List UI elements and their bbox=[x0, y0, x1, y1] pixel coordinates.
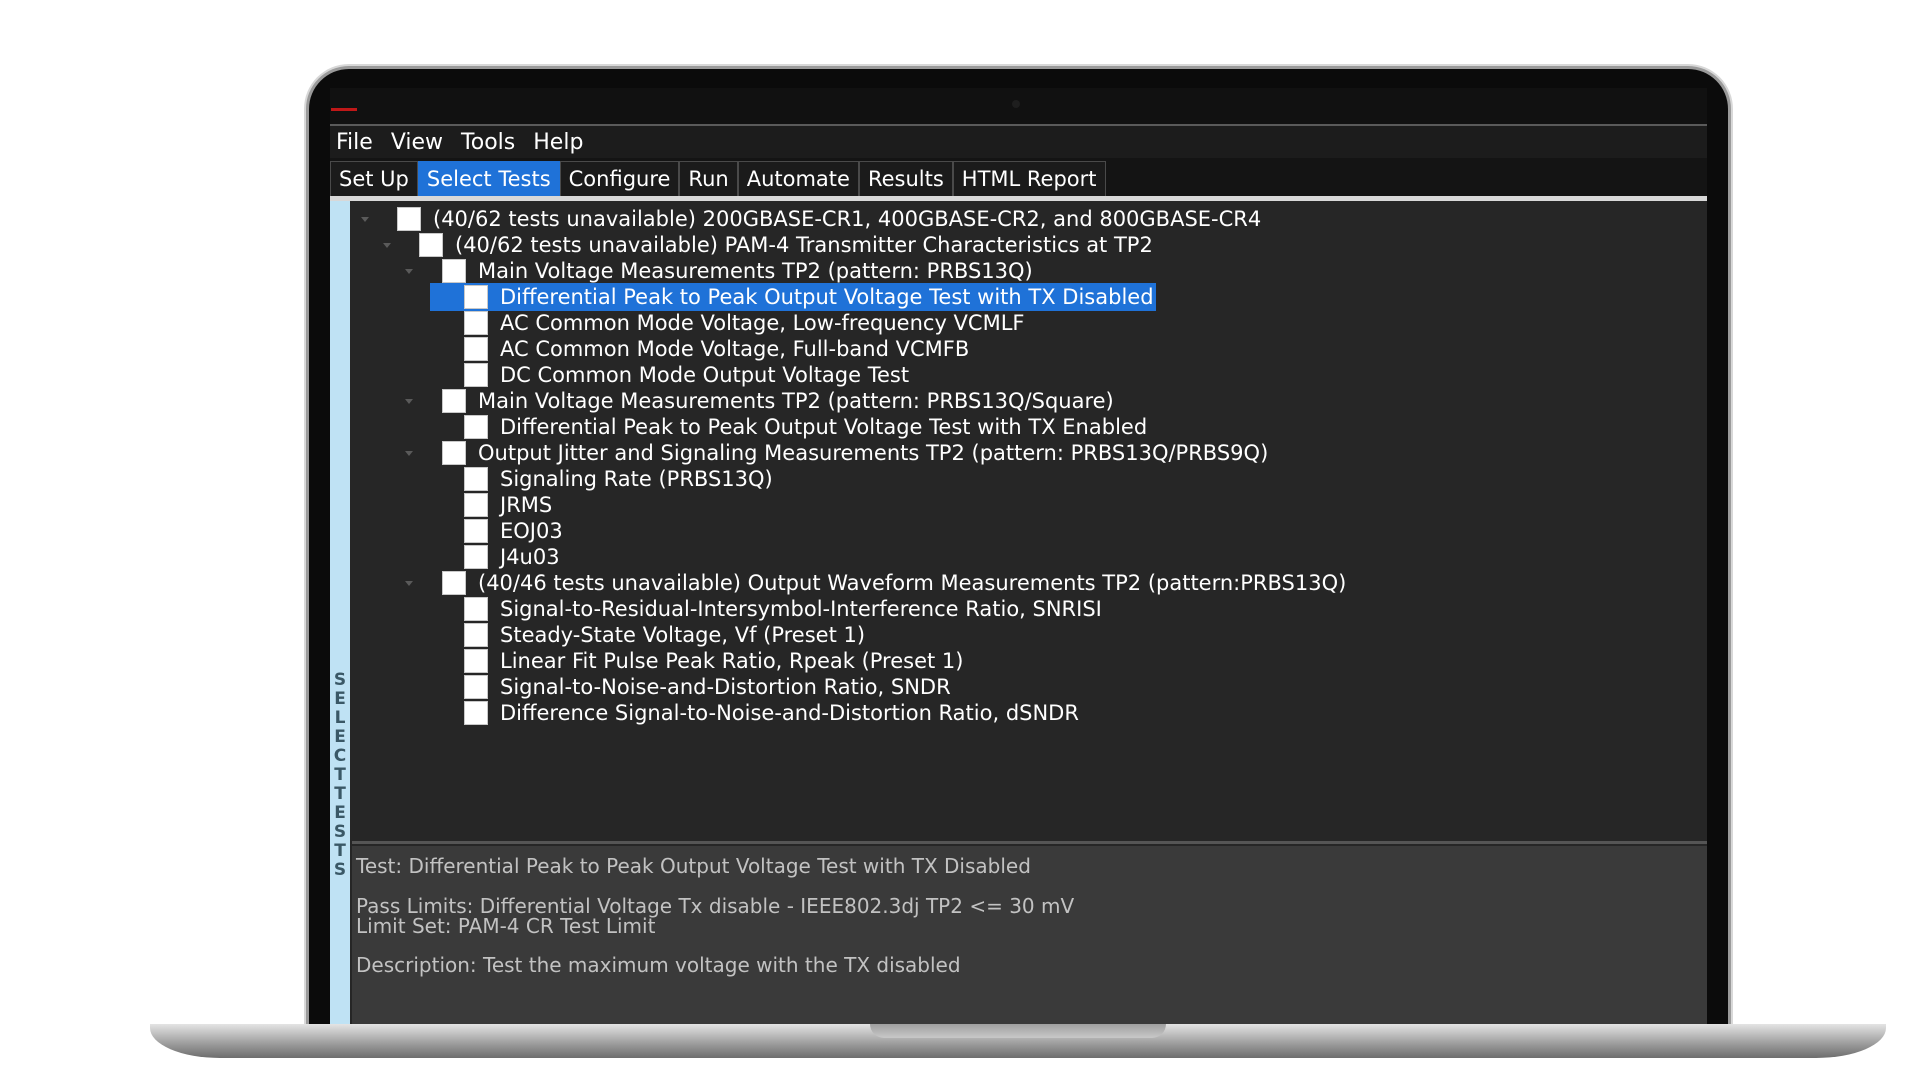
tree-item-checkbox[interactable] bbox=[442, 571, 466, 595]
tree-item-label: Differential Peak to Peak Output Voltage… bbox=[500, 415, 1148, 439]
tree-expander-icon[interactable] bbox=[405, 269, 413, 274]
tree-item-checkbox[interactable] bbox=[464, 623, 488, 647]
tree-item-label: AC Common Mode Voltage, Low-frequency VC… bbox=[500, 311, 1025, 335]
tab-set-up[interactable]: Set Up bbox=[330, 161, 418, 196]
tree-item-label: EOJ03 bbox=[500, 519, 563, 543]
tree-expander-icon[interactable] bbox=[383, 243, 391, 248]
tree-item-label: (40/46 tests unavailable) Output Wavefor… bbox=[478, 571, 1347, 595]
tree-item-label: Steady-State Voltage, Vf (Preset 1) bbox=[500, 623, 866, 647]
tree-item-checkbox[interactable] bbox=[442, 441, 466, 465]
tree-item[interactable]: AC Common Mode Voltage, Full-band VCMFB bbox=[464, 335, 969, 363]
tree-item[interactable]: Main Voltage Measurements TP2 (pattern: … bbox=[442, 387, 1114, 415]
app-window: File View Tools Help Set Up Select Tests… bbox=[330, 124, 1707, 1024]
tree-item-checkbox[interactable] bbox=[464, 285, 488, 309]
tree-item-label: Differential Peak to Peak Output Voltage… bbox=[500, 285, 1154, 309]
tree-item-checkbox[interactable] bbox=[442, 389, 466, 413]
menu-help[interactable]: Help bbox=[531, 130, 585, 155]
tree-item-label: J4u03 bbox=[500, 545, 560, 569]
tree-item-checkbox[interactable] bbox=[464, 519, 488, 543]
menu-file[interactable]: File bbox=[334, 130, 375, 155]
tree-item[interactable]: Linear Fit Pulse Peak Ratio, Rpeak (Pres… bbox=[464, 647, 963, 675]
tab-results[interactable]: Results bbox=[858, 161, 953, 196]
tree-item[interactable]: Differential Peak to Peak Output Voltage… bbox=[430, 283, 1156, 311]
test-tree: (40/62 tests unavailable) 200GBASE-CR1, … bbox=[352, 201, 1707, 844]
tree-item-label: DC Common Mode Output Voltage Test bbox=[500, 363, 910, 387]
tree-item[interactable]: Differential Peak to Peak Output Voltage… bbox=[464, 413, 1147, 441]
tree-item[interactable]: DC Common Mode Output Voltage Test bbox=[464, 361, 909, 389]
side-panel[interactable]: SELECT TESTS bbox=[330, 201, 350, 1024]
tree-item-checkbox[interactable] bbox=[442, 259, 466, 283]
tree-item-label: Output Jitter and Signaling Measurements… bbox=[478, 441, 1269, 465]
tree-item[interactable]: J4u03 bbox=[464, 543, 560, 571]
tab-run[interactable]: Run bbox=[679, 161, 738, 196]
tree-item-label: Signal-to-Residual-Intersymbol-Interfere… bbox=[500, 597, 1102, 621]
tree-item-checkbox[interactable] bbox=[464, 467, 488, 491]
tab-html-report[interactable]: HTML Report bbox=[952, 161, 1106, 196]
tree-expander-icon[interactable] bbox=[405, 451, 413, 456]
tree-item[interactable]: Signal-to-Residual-Intersymbol-Interfere… bbox=[464, 595, 1102, 623]
tree-item-checkbox[interactable] bbox=[464, 337, 488, 361]
tree-item-label: Difference Signal-to-Noise-and-Distortio… bbox=[500, 701, 1079, 725]
tree-item-label: Signaling Rate (PRBS13Q) bbox=[500, 467, 773, 491]
tree-item-checkbox[interactable] bbox=[464, 415, 488, 439]
tree-expander-icon[interactable] bbox=[405, 399, 413, 404]
tree-item[interactable]: JRMS bbox=[464, 491, 552, 519]
tree-item-checkbox[interactable] bbox=[397, 207, 421, 231]
tree-item[interactable]: Signal-to-Noise-and-Distortion Ratio, SN… bbox=[464, 673, 951, 701]
tree-item[interactable]: Main Voltage Measurements TP2 (pattern: … bbox=[442, 257, 1033, 285]
tree-item-label: Linear Fit Pulse Peak Ratio, Rpeak (Pres… bbox=[500, 649, 964, 673]
tree-item-checkbox[interactable] bbox=[464, 649, 488, 673]
menu-bar: File View Tools Help bbox=[330, 124, 1707, 158]
tree-item[interactable]: EOJ03 bbox=[464, 517, 563, 545]
details-limit-set: Limit Set: PAM-4 CR Test Limit bbox=[356, 914, 656, 938]
menu-tools[interactable]: Tools bbox=[459, 130, 517, 155]
tab-automate[interactable]: Automate bbox=[737, 161, 859, 196]
tab-select-tests[interactable]: Select Tests bbox=[417, 161, 560, 196]
tree-item-checkbox[interactable] bbox=[464, 701, 488, 725]
tree-item[interactable]: Difference Signal-to-Noise-and-Distortio… bbox=[464, 699, 1079, 727]
menu-view[interactable]: View bbox=[389, 130, 445, 155]
laptop-base-notch bbox=[870, 1024, 1166, 1038]
tree-item[interactable]: (40/62 tests unavailable) PAM-4 Transmit… bbox=[419, 231, 1153, 259]
tree-item-checkbox[interactable] bbox=[464, 493, 488, 517]
tree-item-checkbox[interactable] bbox=[464, 311, 488, 335]
tree-item-checkbox[interactable] bbox=[464, 545, 488, 569]
tree-item-label: JRMS bbox=[500, 493, 553, 517]
tree-item[interactable]: Steady-State Voltage, Vf (Preset 1) bbox=[464, 621, 865, 649]
tree-item-checkbox[interactable] bbox=[464, 597, 488, 621]
tab-configure[interactable]: Configure bbox=[559, 161, 680, 196]
side-panel-label: SELECT TESTS bbox=[333, 670, 347, 880]
tree-item-label: (40/62 tests unavailable) 200GBASE-CR1, … bbox=[433, 207, 1262, 231]
tree-item-label: Signal-to-Noise-and-Distortion Ratio, SN… bbox=[500, 675, 951, 699]
tree-item[interactable]: (40/62 tests unavailable) 200GBASE-CR1, … bbox=[397, 205, 1261, 233]
tree-item-label: Main Voltage Measurements TP2 (pattern: … bbox=[478, 259, 1033, 283]
tree-item-label: AC Common Mode Voltage, Full-band VCMFB bbox=[500, 337, 970, 361]
tree-item-checkbox[interactable] bbox=[464, 363, 488, 387]
tree-item-label: (40/62 tests unavailable) PAM-4 Transmit… bbox=[455, 233, 1153, 257]
details-description: Description: Test the maximum voltage wi… bbox=[356, 953, 961, 977]
tree-item[interactable]: Output Jitter and Signaling Measurements… bbox=[442, 439, 1268, 467]
tree-item[interactable]: AC Common Mode Voltage, Low-frequency VC… bbox=[464, 309, 1024, 337]
tab-bar: Set Up Select Tests Configure Run Automa… bbox=[330, 158, 1707, 201]
tree-item[interactable]: (40/46 tests unavailable) Output Wavefor… bbox=[442, 569, 1346, 597]
tree-item-checkbox[interactable] bbox=[464, 675, 488, 699]
tree-expander-icon[interactable] bbox=[405, 581, 413, 586]
details-test: Test: Differential Peak to Peak Output V… bbox=[356, 854, 1031, 878]
camera-icon bbox=[1012, 100, 1020, 108]
tree-item[interactable]: Signaling Rate (PRBS13Q) bbox=[464, 465, 773, 493]
tree-item-checkbox[interactable] bbox=[419, 233, 443, 257]
test-details-pane: Test: Differential Peak to Peak Output V… bbox=[352, 846, 1707, 1024]
tree-item-label: Main Voltage Measurements TP2 (pattern: … bbox=[478, 389, 1114, 413]
tree-expander-icon[interactable] bbox=[361, 217, 369, 222]
window-accent-mark bbox=[331, 108, 357, 111]
